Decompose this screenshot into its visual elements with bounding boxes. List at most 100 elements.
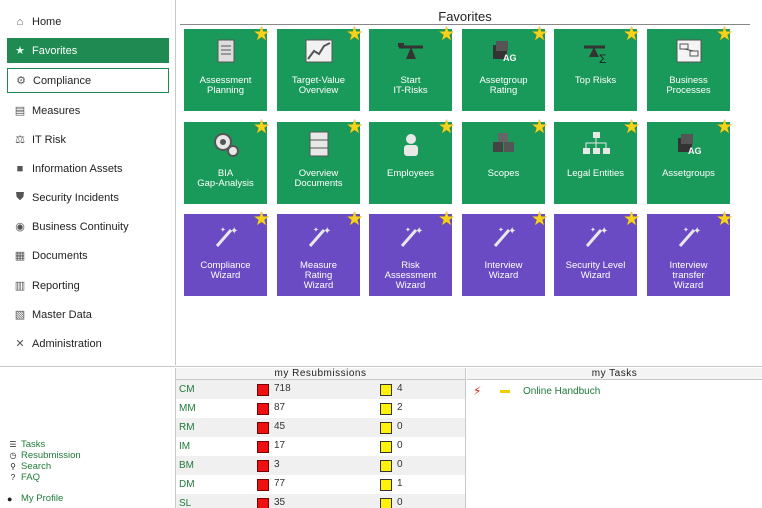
favorite-tile-start-it-risks[interactable]: ★ Start IT-Risks xyxy=(369,25,455,111)
favorite-star-icon[interactable]: ★ xyxy=(438,210,455,229)
favorite-tile-compliance-wizard[interactable]: ✦ ✦ ★ Compliance Wizard xyxy=(184,210,270,296)
overdue-indicator xyxy=(257,479,269,491)
my-profile-link[interactable]: ● My Profile xyxy=(7,493,63,504)
sidebar-divider xyxy=(175,0,176,365)
tasks-link[interactable]: ☰ Tasks xyxy=(7,439,172,450)
sidebar-item-information-assets[interactable]: ■ Information Assets xyxy=(7,156,169,181)
favorite-tile-business-processes[interactable]: ★ Business Processes xyxy=(647,25,733,111)
favorite-star-icon[interactable]: ★ xyxy=(716,25,733,44)
favorite-tile-label: Business Processes xyxy=(666,75,711,96)
sidebar-item-measures[interactable]: ▤ Measures xyxy=(7,98,169,123)
svg-text:✦: ✦ xyxy=(230,226,238,237)
sidebar-item-compliance[interactable]: ⚙ Compliance xyxy=(7,68,169,93)
favorite-tile-legal-entities[interactable]: ★ Legal Entities xyxy=(554,118,640,204)
due-soon-indicator xyxy=(380,460,392,472)
favorite-star-icon[interactable]: ★ xyxy=(716,210,733,229)
assetgroup-icon: AG xyxy=(489,37,519,65)
favorite-star-icon[interactable]: ★ xyxy=(623,25,640,44)
resubmission-code-link[interactable]: RM xyxy=(179,422,195,433)
wand-icon: ✦ ✦ xyxy=(211,222,241,250)
svg-text:✦: ✦ xyxy=(323,226,331,237)
folder-icon: ▦ xyxy=(14,250,26,262)
favorite-tile-scopes[interactable]: ★ Scopes xyxy=(462,118,548,204)
user-icon: ● xyxy=(7,493,13,504)
resubmission-code-link[interactable]: MM xyxy=(179,403,196,414)
resubmission-row: DM 77 1 xyxy=(176,475,465,494)
favorite-tile-assetgroups[interactable]: AG ★ Assetgroups xyxy=(647,118,733,204)
online-handbuch-link[interactable]: Online Handbuch xyxy=(523,386,600,397)
sidebar-item-documents[interactable]: ▦ Documents xyxy=(7,243,169,268)
resubmission-code-link[interactable]: BM xyxy=(179,460,194,471)
overdue-indicator xyxy=(257,441,269,453)
favorite-star-icon[interactable]: ★ xyxy=(438,118,455,137)
favorite-star-icon[interactable]: ★ xyxy=(253,25,270,44)
favorite-tile-label: Top Risks xyxy=(574,75,617,86)
favorite-tile-measure-rating-wizard[interactable]: ✦ ✦ ★ Measure Rating Wizard xyxy=(277,210,363,296)
favorite-tile-assetgroup-rating[interactable]: AG ★ Assetgroup Rating xyxy=(462,25,548,111)
resubmissions-title: my Resubmissions xyxy=(176,368,465,380)
favorite-star-icon[interactable]: ★ xyxy=(346,25,363,44)
favorite-star-icon[interactable]: ★ xyxy=(531,210,548,229)
sidebar-item-label: Business Continuity xyxy=(32,220,129,233)
favorite-tile-overview-documents[interactable]: ★ Overview Documents xyxy=(277,118,363,204)
sidebar-item-security-incidents[interactable]: ⛊ Security Incidents xyxy=(7,185,169,210)
sidebar-item-label: Security Incidents xyxy=(32,191,119,204)
overdue-indicator xyxy=(257,460,269,472)
shield-icon: ⛊ xyxy=(15,191,25,203)
favorite-tile-label: Interview transfer Wizard xyxy=(669,260,708,291)
resubmission-code-link[interactable]: DM xyxy=(179,479,195,490)
favorite-star-icon[interactable]: ★ xyxy=(346,210,363,229)
org-chart-icon xyxy=(581,130,611,158)
sidebar-item-it-risk[interactable]: ⚖ IT Risk xyxy=(7,127,169,152)
favorite-tile-interview-wizard[interactable]: ✦ ✦ ★ Interview Wizard xyxy=(462,210,548,296)
tasks-panel: my Tasks ⚡ Online Handbuch xyxy=(467,368,762,508)
favorite-tile-target-value-overview[interactable]: ★ Target-Value Overview xyxy=(277,25,363,111)
search-link-label: Search xyxy=(21,461,52,472)
sidebar-item-favorites[interactable]: ★ Favorites xyxy=(7,38,169,63)
sidebar-item-home[interactable]: ⌂ Home xyxy=(7,9,169,34)
svg-text:AG: AG xyxy=(688,146,702,156)
sidebar-item-reporting[interactable]: ▥ Reporting xyxy=(7,273,169,298)
favorite-star-icon[interactable]: ★ xyxy=(253,118,270,137)
resubmission-code-link[interactable]: SL xyxy=(179,498,191,508)
favorite-star-icon[interactable]: ★ xyxy=(438,25,455,44)
sidebar-item-label: Master Data xyxy=(32,308,92,321)
favorite-tile-interview-transfer-wizard[interactable]: ✦ ✦ ★ Interview transfer Wizard xyxy=(647,210,733,296)
faq-link[interactable]: ? FAQ xyxy=(7,472,172,483)
svg-text:✦: ✦ xyxy=(405,226,411,234)
favorite-star-icon[interactable]: ★ xyxy=(346,118,363,137)
favorite-tile-bia-gap-analysis[interactable]: ★ BIA Gap-Analysis xyxy=(184,118,270,204)
svg-text:✦: ✦ xyxy=(313,226,319,234)
sidebar-item-administration[interactable]: ✕ Administration xyxy=(7,331,169,356)
resubmission-link[interactable]: ◷ Resubmission xyxy=(7,450,172,461)
svg-text:✦: ✦ xyxy=(683,226,689,234)
gears-icon: ⚙ xyxy=(16,75,26,87)
favorite-star-icon[interactable]: ★ xyxy=(253,210,270,229)
favorite-star-icon[interactable]: ★ xyxy=(716,118,733,137)
favorite-star-icon[interactable]: ★ xyxy=(531,25,548,44)
report-icon: ▥ xyxy=(14,280,26,292)
favorite-tile-security-level-wizard[interactable]: ✦ ✦ ★ Security Level Wizard xyxy=(554,210,640,296)
favorite-star-icon[interactable]: ★ xyxy=(623,118,640,137)
favorite-tile-label: Measure Rating Wizard xyxy=(300,260,337,291)
favorite-tile-assessment-planning[interactable]: ★ Assessment Planning xyxy=(184,25,270,111)
sidebar-item-business-continuity[interactable]: ◉ Business Continuity xyxy=(7,214,169,239)
resubmission-code-link[interactable]: CM xyxy=(179,384,195,395)
server-icon: ■ xyxy=(16,162,24,175)
favorite-tile-risk-assessment-wizard[interactable]: ✦ ✦ ★ Risk Assessment Wizard xyxy=(369,210,455,296)
due-soon-indicator xyxy=(380,403,392,415)
favorite-star-icon[interactable]: ★ xyxy=(623,210,640,229)
resubmissions-panel: my Resubmissions CM 718 4 MM 87 2 RM 45 0 IM 17 0 BM… xyxy=(175,368,466,508)
resubmission-code-link[interactable]: IM xyxy=(179,441,190,452)
svg-text:✦: ✦ xyxy=(498,226,504,234)
sidebar-item-label: Home xyxy=(32,15,62,28)
favorite-tile-label: Legal Entities xyxy=(566,168,625,179)
sidebar-item-master-data[interactable]: ▧ Master Data xyxy=(7,302,169,327)
due-soon-count: 4 xyxy=(397,383,403,394)
cabinet-icon xyxy=(304,130,334,158)
search-link[interactable]: ⚲ Search xyxy=(7,461,172,472)
cubes-icon xyxy=(489,130,519,158)
favorite-tile-top-risks[interactable]: Σ ★ Top Risks xyxy=(554,25,640,111)
favorite-tile-employees[interactable]: ★ Employees xyxy=(369,118,455,204)
favorite-star-icon[interactable]: ★ xyxy=(531,118,548,137)
